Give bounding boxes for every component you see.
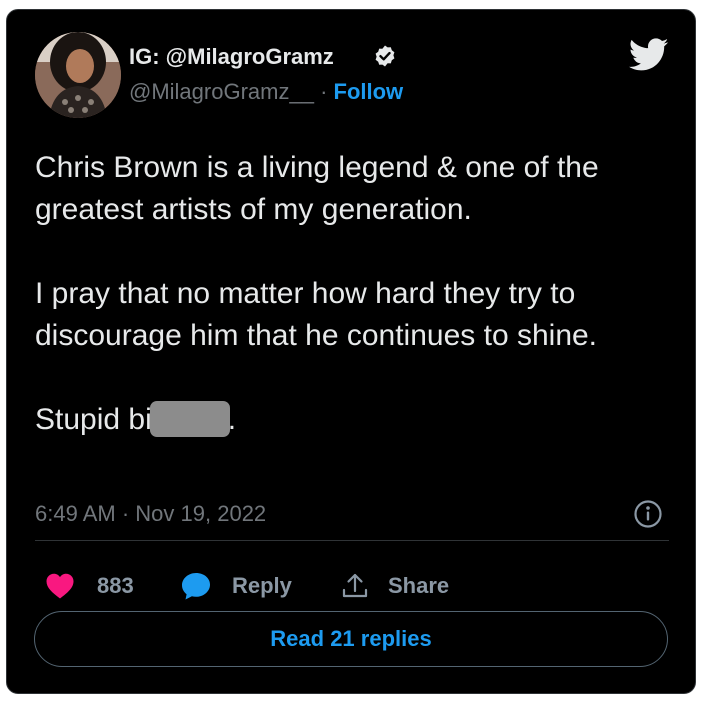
author-handle-row: @MilagroGramz__ · Follow xyxy=(129,78,403,106)
follow-button[interactable]: Follow xyxy=(334,79,404,104)
reply-button[interactable]: Reply xyxy=(180,570,292,602)
timestamp-date: Nov 19, 2022 xyxy=(135,501,267,526)
redaction-block xyxy=(149,401,230,437)
tweet-paragraph: Chris Brown is a living legend & one of … xyxy=(35,151,599,226)
reply-label: Reply xyxy=(232,573,292,598)
like-count: 883 xyxy=(97,573,134,598)
twitter-bird-icon[interactable] xyxy=(629,38,669,72)
share-button[interactable]: Share xyxy=(340,570,449,602)
tweet-final-suffix: . xyxy=(227,403,237,436)
author-handle[interactable]: @MilagroGramz__ xyxy=(129,79,314,104)
tweet-text: Chris Brown is a living legend & one of … xyxy=(35,147,665,441)
divider xyxy=(35,540,669,541)
read-replies-label: Read 21 replies xyxy=(270,626,432,651)
share-arrow-icon xyxy=(342,573,368,598)
heart-icon xyxy=(46,573,74,599)
separator: · xyxy=(320,79,328,104)
tweet-card: IG: @MilagroGramz @MilagroGramz__ · Foll… xyxy=(6,9,696,694)
timestamp[interactable]: 6:49 AM · Nov 19, 2022 xyxy=(35,500,266,528)
tweet-final-prefix: Stupid bi xyxy=(35,403,152,436)
timestamp-time: 6:49 AM xyxy=(35,501,116,526)
share-label: Share xyxy=(388,573,450,598)
like-button[interactable]: 883 xyxy=(45,570,134,602)
verified-badge-icon xyxy=(375,45,395,67)
speech-bubble-icon xyxy=(182,573,210,600)
separator: · xyxy=(121,501,130,526)
author-display-name[interactable]: IG: @MilagroGramz xyxy=(129,43,334,71)
tweet-final-line: Stupid bi. xyxy=(35,399,665,441)
avatar[interactable] xyxy=(35,32,121,118)
tweet-paragraph: I pray that no matter how hard they try … xyxy=(35,277,598,352)
info-icon[interactable] xyxy=(633,499,663,529)
read-replies-button[interactable]: Read 21 replies xyxy=(34,611,668,667)
